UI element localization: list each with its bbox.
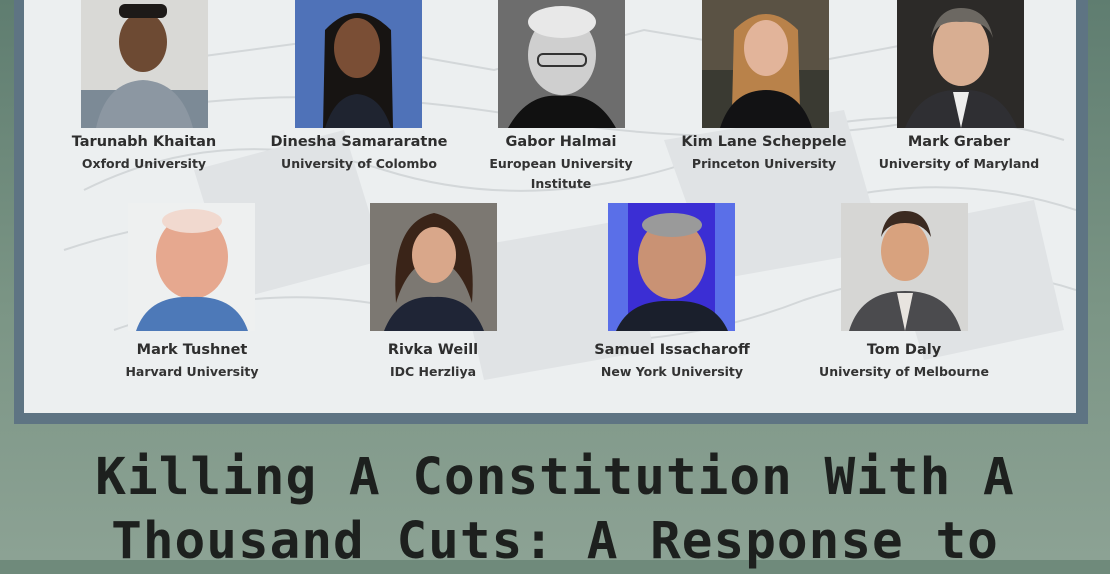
speaker-name: Rivka Weill [387, 342, 479, 358]
speaker-affiliation: European University Institute [489, 156, 633, 191]
speaker-photo [897, 0, 1024, 128]
speaker-name: Samuel Issacharoff [594, 342, 750, 358]
speaker-photo [498, 0, 625, 128]
speaker-name: Mark Graber [907, 134, 1011, 150]
speaker-affiliation: Princeton University [691, 156, 837, 171]
speaker-affiliation: IDC Herzliya [389, 364, 477, 379]
speaker-photo [295, 0, 422, 128]
speaker-photo [702, 0, 829, 128]
speaker-affiliation: University of Maryland [878, 156, 1040, 171]
speaker-name: Tarunabh Khaitan [71, 134, 217, 150]
speaker-affiliation: University of Melbourne [819, 364, 989, 379]
speaker-photo [128, 203, 255, 331]
speaker-name: Mark Tushnet [136, 342, 248, 358]
event-title: Killing A Constitution With A Thousand C… [0, 446, 1110, 574]
speaker-photo [370, 203, 497, 331]
speaker-affiliation: Oxford University [81, 156, 207, 171]
event-title-line-1: Killing A Constitution With A [95, 448, 1015, 507]
speaker-photo [81, 0, 208, 128]
speaker-affiliation: Harvard University [125, 364, 259, 379]
speaker-name: Tom Daly [866, 342, 942, 358]
event-title-line-2: Thousand Cuts: A Response to [111, 512, 999, 571]
speaker-photo [608, 203, 735, 331]
speaker-affiliation: University of Colombo [281, 156, 437, 171]
speakers-panel: Tarunabh Khaitan Oxford University Dines… [24, 0, 1076, 413]
speaker-photo [841, 203, 968, 331]
speaker-affiliation: New York University [600, 364, 744, 379]
